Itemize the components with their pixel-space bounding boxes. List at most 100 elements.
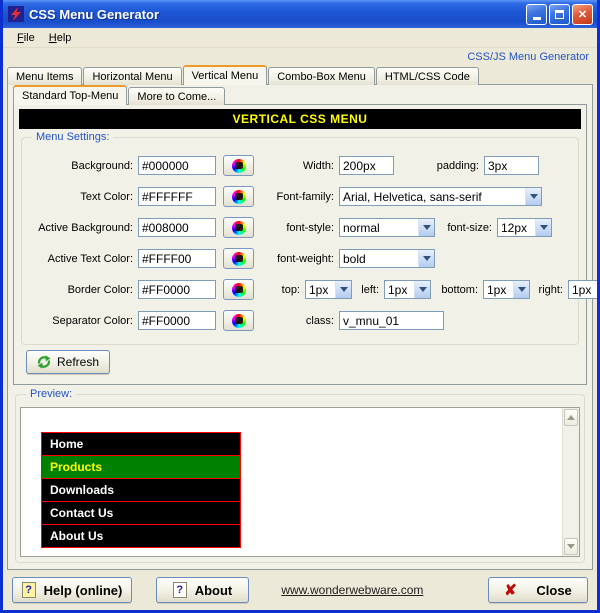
color-wheel-icon	[232, 283, 246, 297]
preview-label: Preview:	[26, 388, 76, 400]
chevron-down-icon	[525, 188, 541, 205]
app-subtitle: CSS/JS Menu Generator	[467, 51, 589, 63]
website-link[interactable]: www.wonderwebware.com	[281, 583, 423, 597]
active-text-color-row: Active Text Color:	[26, 243, 271, 274]
text-color-label: Text Color:	[26, 191, 138, 203]
class-label: class:	[271, 315, 339, 327]
active-background-picker-button[interactable]	[223, 217, 254, 238]
preview-menu: Home Products Downloads Contact Us About…	[41, 432, 241, 548]
active-text-color-picker-button[interactable]	[223, 248, 254, 269]
app-window: CSS Menu Generator ✕ File Help CSS/JS Me…	[0, 0, 600, 613]
width-label: Width:	[271, 160, 339, 172]
menu-settings-label: Menu Settings:	[32, 131, 113, 143]
preview-canvas: Home Products Downloads Contact Us About…	[21, 408, 562, 556]
menubar-item-file[interactable]: File	[10, 30, 42, 46]
close-window-button[interactable]: ✕	[572, 4, 593, 25]
menu-item-contact-us[interactable]: Contact Us	[41, 501, 241, 525]
border-color-input[interactable]	[138, 280, 216, 299]
about-button[interactable]: ? About	[156, 577, 249, 603]
refresh-icon	[37, 355, 51, 369]
width-padding-row: Width: padding:	[271, 150, 600, 181]
maximize-icon	[555, 10, 564, 19]
font-family-value: Arial, Helvetica, sans-serif	[340, 190, 525, 204]
footer-bar: ? Help (online) ? About www.wonderwebwar…	[3, 570, 597, 610]
tab-horizontal-menu[interactable]: Horizontal Menu	[83, 67, 181, 85]
separator-color-picker-button[interactable]	[223, 310, 254, 331]
subtab-more-to-come[interactable]: More to Come...	[128, 87, 225, 105]
close-button[interactable]: ✘ Close	[488, 577, 588, 603]
menu-item-downloads[interactable]: Downloads	[41, 478, 241, 502]
tab-vertical-menu[interactable]: Vertical Menu	[183, 65, 268, 85]
font-size-select[interactable]: 12px	[497, 218, 552, 237]
tab-menu-items[interactable]: Menu Items	[7, 67, 82, 85]
font-style-select[interactable]: normal	[339, 218, 435, 237]
padding-input[interactable]	[484, 156, 539, 175]
about-button-label: About	[195, 583, 233, 598]
text-color-picker-button[interactable]	[223, 186, 254, 207]
banner-title: VERTICAL CSS MENU	[19, 109, 581, 129]
active-text-color-label: Active Text Color:	[26, 253, 138, 265]
font-weight-value: bold	[340, 252, 418, 266]
window-title: CSS Menu Generator	[29, 7, 524, 22]
color-wheel-icon	[232, 252, 246, 266]
active-background-label: Active Background:	[26, 222, 138, 234]
active-background-input[interactable]	[138, 218, 216, 237]
font-weight-row: font-weight: bold	[271, 243, 600, 274]
preview-group: Preview: Home Products Downloads Contact…	[15, 394, 585, 563]
width-input[interactable]	[339, 156, 394, 175]
border-widths-row: top: 1px left: 1px bottom:	[271, 274, 600, 305]
font-family-select[interactable]: Arial, Helvetica, sans-serif	[339, 187, 542, 206]
close-button-label: Close	[536, 583, 571, 598]
scroll-down-button[interactable]	[564, 538, 578, 555]
border-right-select[interactable]: 1px	[568, 280, 600, 299]
separator-color-input[interactable]	[138, 311, 216, 330]
close-x-icon: ✘	[504, 583, 517, 598]
background-color-picker-button[interactable]	[223, 155, 254, 176]
maximize-button[interactable]	[549, 4, 570, 25]
border-top-value: 1px	[306, 283, 335, 297]
about-icon: ?	[173, 582, 187, 598]
color-wheel-icon	[232, 190, 246, 204]
active-text-color-input[interactable]	[138, 249, 216, 268]
close-window-icon: ✕	[578, 8, 587, 21]
tab-combo-box-menu[interactable]: Combo-Box Menu	[268, 67, 375, 85]
background-color-label: Background:	[26, 160, 138, 172]
subtitle-row: CSS/JS Menu Generator	[3, 48, 597, 65]
border-color-picker-button[interactable]	[223, 279, 254, 300]
preview-scrollbar[interactable]	[562, 408, 579, 556]
font-style-size-row: font-style: normal font-size: 12px	[271, 212, 600, 243]
class-row: class:	[271, 305, 600, 336]
font-weight-select[interactable]: bold	[339, 249, 435, 268]
border-right-value: 1px	[569, 283, 598, 297]
subtab-standard-top-menu[interactable]: Standard Top-Menu	[13, 85, 127, 105]
class-input[interactable]	[339, 311, 444, 330]
menu-item-products[interactable]: Products	[41, 455, 241, 479]
help-online-button[interactable]: ? Help (online)	[12, 577, 132, 603]
text-color-row: Text Color:	[26, 181, 271, 212]
border-left-select[interactable]: 1px	[384, 280, 431, 299]
background-color-input[interactable]	[138, 156, 216, 175]
border-bottom-select[interactable]: 1px	[483, 280, 530, 299]
font-weight-label: font-weight:	[271, 253, 339, 265]
scroll-up-button[interactable]	[564, 409, 578, 426]
chevron-down-icon	[535, 219, 551, 236]
dimension-fields-column: Width: padding: Font-family: Arial, Helv…	[271, 150, 600, 336]
menubar-item-help[interactable]: Help	[42, 30, 79, 46]
main-tabs: Menu Items Horizontal Menu Vertical Menu…	[3, 65, 597, 85]
menu-item-home[interactable]: Home	[41, 432, 241, 456]
text-color-input[interactable]	[138, 187, 216, 206]
preview-area: Home Products Downloads Contact Us About…	[20, 407, 580, 557]
tab-html-css-code[interactable]: HTML/CSS Code	[376, 67, 479, 85]
minimize-button[interactable]	[526, 4, 547, 25]
refresh-button[interactable]: Refresh	[26, 350, 110, 374]
font-size-value: 12px	[498, 221, 535, 235]
chevron-down-icon	[513, 281, 529, 298]
border-color-label: Border Color:	[26, 284, 138, 296]
font-family-label: Font-family:	[271, 191, 339, 203]
help-button-label: Help (online)	[44, 583, 123, 598]
app-icon	[8, 6, 24, 22]
menu-item-about-us[interactable]: About Us	[41, 524, 241, 548]
border-top-select[interactable]: 1px	[305, 280, 352, 299]
border-bottom-label: bottom:	[431, 284, 483, 296]
separator-color-row: Separator Color:	[26, 305, 271, 336]
